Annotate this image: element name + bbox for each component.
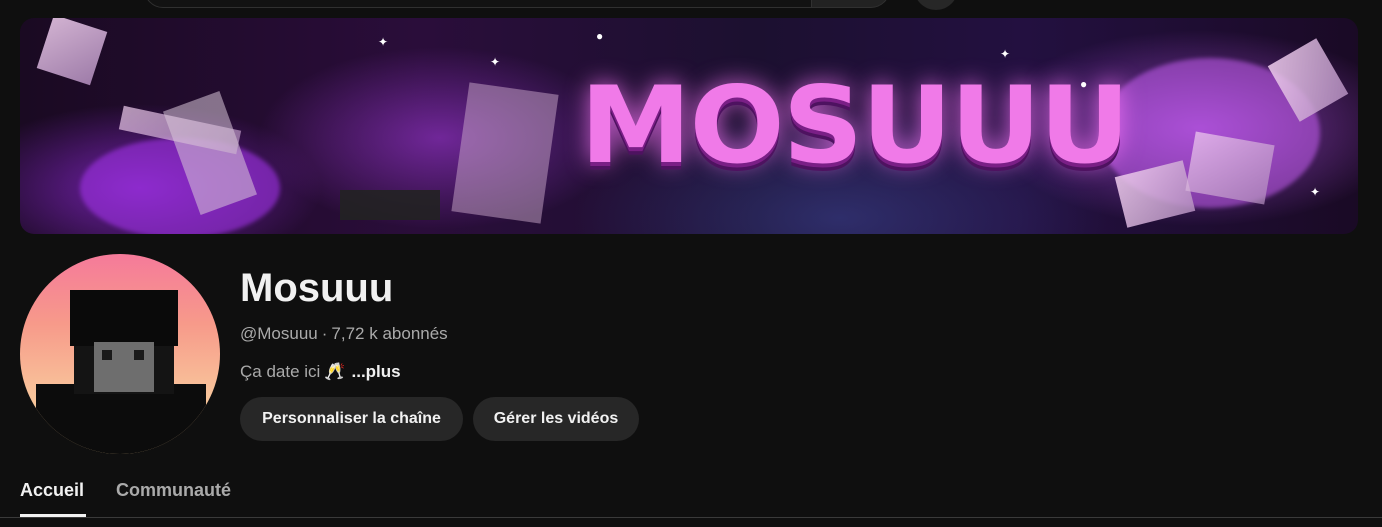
banner-platform xyxy=(340,190,440,220)
meta-separator: · xyxy=(321,324,328,343)
avatar-eye xyxy=(102,350,112,360)
description-text: Ça date ici xyxy=(240,362,321,381)
search-input[interactable] xyxy=(144,0,812,8)
channel-meta: @Mosuuu · 7,72 k abonnés xyxy=(240,322,448,346)
search-button[interactable] xyxy=(812,0,890,8)
avatar-eye xyxy=(134,350,144,360)
voice-search-button[interactable] xyxy=(914,0,958,10)
channel-banner: MOSUUU ✦ ✦ ● ✦ ● ✦ xyxy=(20,18,1358,234)
sparkle-icon: ● xyxy=(1080,77,1088,91)
channel-page: MOSUUU ✦ ✦ ● ✦ ● ✦ Mosuuu @Mosuuu · 7,72 k… xyxy=(0,0,1382,527)
tab-community[interactable]: Communauté xyxy=(116,474,231,518)
channel-name: Mosuuu xyxy=(240,266,394,310)
channel-description[interactable]: Ça date ici 🥂 ...plus xyxy=(240,360,401,384)
tab-home[interactable]: Accueil xyxy=(20,474,84,518)
banner-cube xyxy=(36,18,108,86)
sparkle-icon: ● xyxy=(596,29,604,43)
avatar-hair xyxy=(70,290,178,346)
banner-character xyxy=(451,82,559,224)
customize-channel-button[interactable]: Personnaliser la chaîne xyxy=(240,397,463,441)
tabs-divider xyxy=(0,517,1382,518)
sparkle-icon: ✦ xyxy=(490,55,501,69)
sparkle-icon: ✦ xyxy=(1000,47,1011,61)
avatar-body xyxy=(36,384,206,454)
more-link[interactable]: ...plus xyxy=(352,362,401,381)
sparkle-icon: ✦ xyxy=(1310,185,1321,199)
avatar[interactable] xyxy=(20,254,220,454)
sparkle-icon: ✦ xyxy=(378,35,389,49)
banner-title: MOSUUU xyxy=(580,64,1130,188)
manage-videos-button[interactable]: Gérer les vidéos xyxy=(473,397,639,441)
channel-handle: @Mosuuu xyxy=(240,324,318,343)
clinking-glasses-icon: 🥂 xyxy=(324,362,346,381)
subscriber-count: 7,72 k abonnés xyxy=(331,324,448,343)
